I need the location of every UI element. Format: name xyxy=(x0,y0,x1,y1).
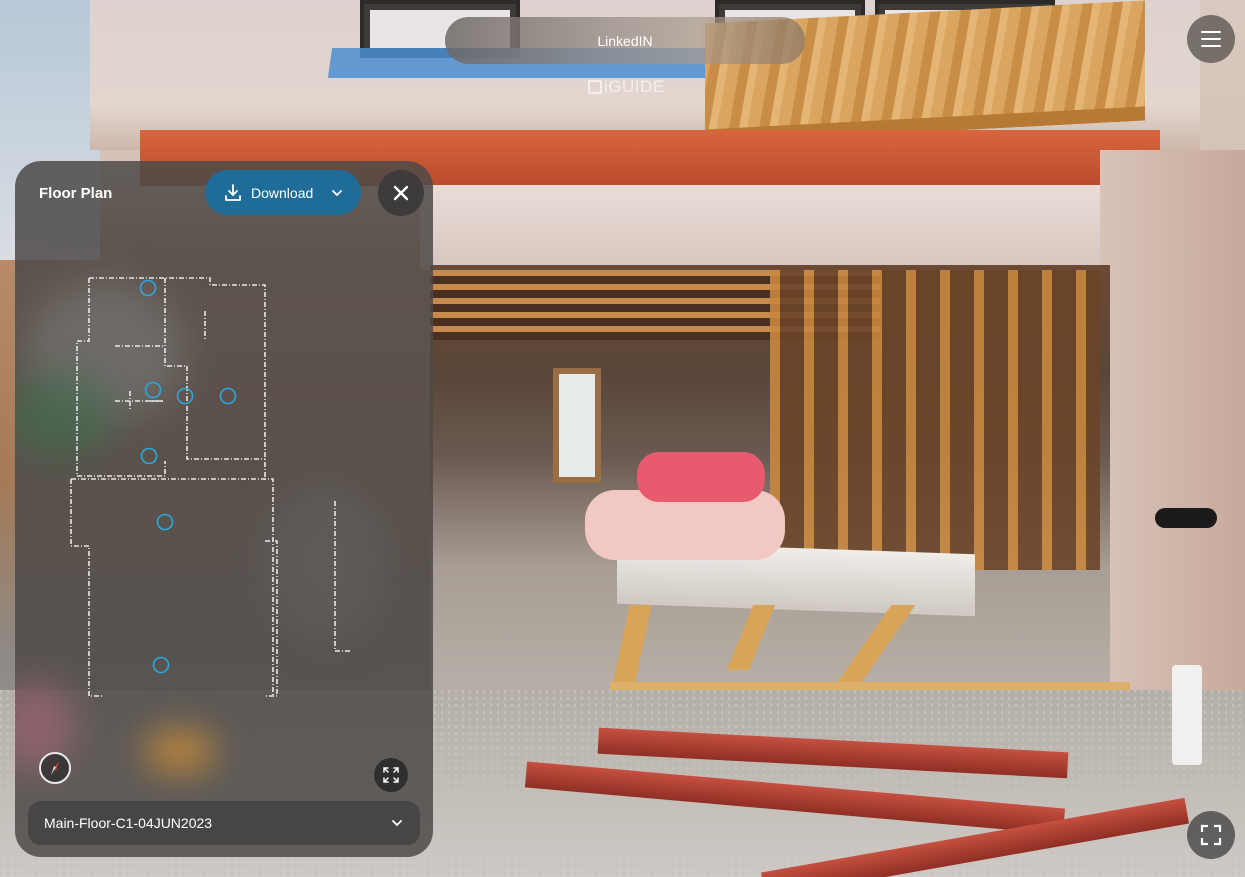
floor-plan-wall xyxy=(115,345,165,402)
rear-opening xyxy=(553,368,601,483)
expand-icon xyxy=(383,767,399,783)
floor-plan-wall xyxy=(89,277,266,481)
floor-plan-wall xyxy=(129,311,206,411)
floor-plan-wall xyxy=(71,478,274,696)
pano-location-marker[interactable] xyxy=(140,447,158,465)
black-pipe xyxy=(1155,508,1217,528)
pano-location-marker[interactable] xyxy=(144,381,162,399)
floor-plan-wall xyxy=(334,501,350,652)
iguide-logo-icon xyxy=(588,80,602,94)
brand-logo: iGUIDE xyxy=(588,77,665,97)
hamburger-icon-line xyxy=(1201,38,1221,40)
pano-location-marker[interactable] xyxy=(219,387,237,405)
wall-studs xyxy=(770,270,1100,570)
brand-name: iGUIDE xyxy=(604,77,665,96)
pano-location-marker[interactable] xyxy=(176,387,194,405)
floor-select-value: Main-Floor-C1-04JUN2023 xyxy=(44,815,213,831)
floor-plan-panel: Floor Plan Download Main-Floor-C1-04JUN2… xyxy=(15,161,433,857)
menu-button[interactable] xyxy=(1187,15,1235,63)
pano-location-marker[interactable] xyxy=(156,513,174,531)
floor-select[interactable]: Main-Floor-C1-04JUN2023 xyxy=(27,800,421,846)
hamburger-icon-line xyxy=(1201,45,1221,47)
insulation-bundle xyxy=(637,452,765,502)
floor-plan-wall xyxy=(164,278,265,460)
tour-title: LinkedIN xyxy=(597,32,653,49)
fullscreen-icon xyxy=(1200,824,1222,846)
floor-plan-map[interactable] xyxy=(15,161,433,761)
floor-plan-wall xyxy=(70,479,103,697)
floor-plan-wall xyxy=(265,540,278,697)
compass-icon xyxy=(51,761,59,775)
pano-location-marker[interactable] xyxy=(139,279,157,297)
expand-map-button[interactable] xyxy=(374,758,408,792)
compass-button[interactable] xyxy=(39,752,71,784)
hamburger-icon xyxy=(1201,31,1221,33)
pano-location-marker[interactable] xyxy=(152,656,170,674)
tour-title-pill[interactable]: LinkedIN xyxy=(445,17,805,64)
white-pipe xyxy=(1172,665,1202,765)
floor-plan-wall xyxy=(76,278,166,477)
chevron-down-icon xyxy=(392,820,402,827)
fullscreen-button[interactable] xyxy=(1187,811,1235,859)
